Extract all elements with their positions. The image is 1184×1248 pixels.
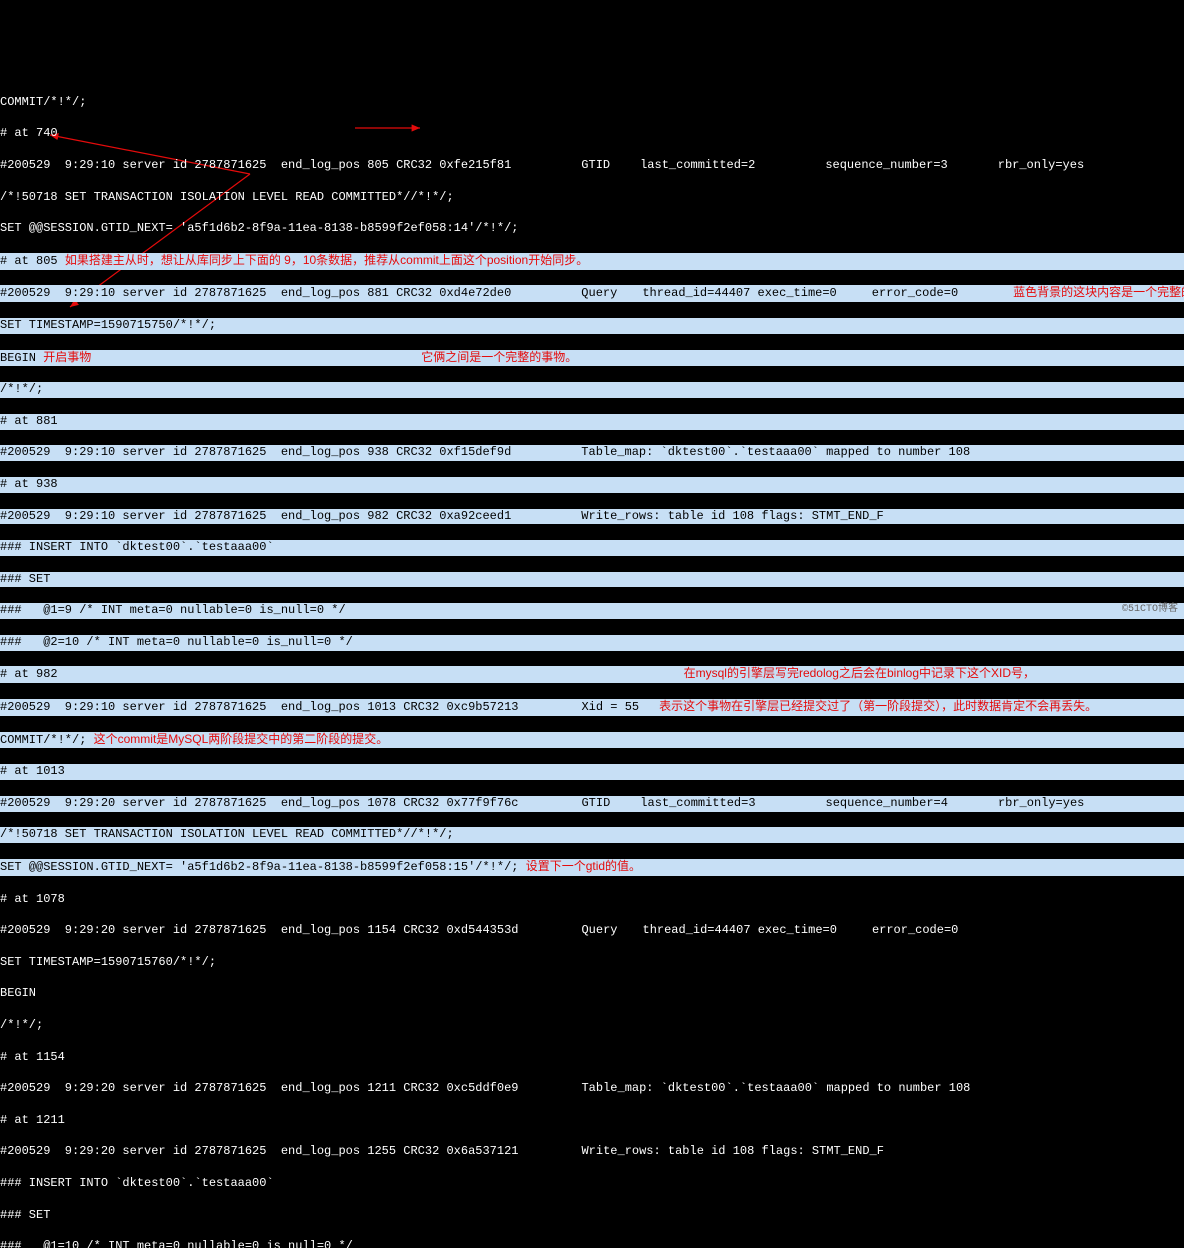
log-text: #200529 9:29:10 server id 2787871625 end… xyxy=(0,509,511,523)
log-line: #200529 9:29:10 server id 2787871625 end… xyxy=(0,158,1184,174)
log-line-highlight: #200529 9:29:10 server id 2787871625 end… xyxy=(0,285,1184,302)
log-line: /*!50718 SET TRANSACTION ISOLATION LEVEL… xyxy=(0,190,1184,206)
log-line: /*!*/; xyxy=(0,1018,1184,1034)
log-line: #200529 9:29:20 server id 2787871625 end… xyxy=(0,1081,1184,1097)
log-line: # at 1154 xyxy=(0,1050,1184,1066)
log-line-highlight: ### SET xyxy=(0,572,1184,588)
log-field: Query xyxy=(581,286,617,300)
log-line-highlight: /*!50718 SET TRANSACTION ISOLATION LEVEL… xyxy=(0,827,1184,843)
log-line: #200529 9:29:20 server id 2787871625 end… xyxy=(0,1144,1184,1160)
log-line-highlight: COMMIT/*!*/; 这个commit是MySQL两阶段提交中的第二阶段的提… xyxy=(0,732,1184,749)
annotation-position: 如果搭建主从时，想让从库同步上下面的 9，10条数据，推荐从commit上面这个… xyxy=(65,253,588,267)
watermark: ©51CTO博客 xyxy=(1122,602,1178,618)
annotation-begin: 开启事物 xyxy=(43,350,91,364)
log-line: SET @@SESSION.GTID_NEXT= 'a5f1d6b2-8f9a-… xyxy=(0,221,1184,237)
log-line-highlight: # at 881 xyxy=(0,414,1184,430)
log-field: Table_map: `dktest00`.`testaaa00` mapped… xyxy=(581,1081,970,1095)
log-field: sequence_number=3 xyxy=(825,158,947,172)
annotation-arrows xyxy=(0,0,1184,624)
log-line: # at 1211 xyxy=(0,1113,1184,1129)
log-line-highlight: BEGIN 开启事物 它俩之间是一个完整的事物。 xyxy=(0,350,1184,367)
log-line-highlight: #200529 9:29:20 server id 2787871625 end… xyxy=(0,796,1184,812)
log-field: rbr_only=yes xyxy=(998,796,1084,810)
log-field: sequence_number=4 xyxy=(826,796,948,810)
log-text: #200529 9:29:10 server id 2787871625 end… xyxy=(0,286,511,300)
log-text: #200529 9:29:10 server id 2787871625 end… xyxy=(0,445,511,459)
log-line: # at 740 xyxy=(0,126,1184,142)
log-line-highlight: /*!*/; xyxy=(0,382,1184,398)
annotation-commit: 这个commit是MySQL两阶段提交中的第二阶段的提交。 xyxy=(94,732,389,746)
log-line: COMMIT/*!*/; xyxy=(0,95,1184,111)
log-line-highlight: # at 982 在mysql的引擎层写完redolog之后会在binlog中记录… xyxy=(0,666,1184,683)
log-field: error_code=0 xyxy=(872,923,958,937)
log-line: ### INSERT INTO `dktest00`.`testaaa00` xyxy=(0,1176,1184,1192)
log-text: #200529 9:29:20 server id 2787871625 end… xyxy=(0,796,518,810)
log-line-highlight: #200529 9:29:10 server id 2787871625 end… xyxy=(0,509,1184,525)
log-line-highlight: SET @@SESSION.GTID_NEXT= 'a5f1d6b2-8f9a-… xyxy=(0,859,1184,876)
log-text: # at 805 xyxy=(0,254,65,268)
annotation-gtid: 设置下一个gtid的值。 xyxy=(526,859,641,873)
log-xid: Xid = 55 xyxy=(581,700,639,714)
log-line-highlight: ### INSERT INTO `dktest00`.`testaaa00` xyxy=(0,540,1184,556)
log-line: ### @1=10 /* INT meta=0 nullable=0 is_nu… xyxy=(0,1239,1184,1248)
log-field: thread_id=44407 exec_time=0 xyxy=(643,923,837,937)
log-field: error_code=0 xyxy=(872,286,958,300)
log-field: last_committed=2 xyxy=(640,158,755,172)
log-commit: COMMIT/*!*/; xyxy=(0,733,94,747)
log-field: GTID xyxy=(581,796,610,810)
log-line-highlight: #200529 9:29:10 server id 2787871625 end… xyxy=(0,699,1184,716)
log-line-highlight: SET TIMESTAMP=1590715750/*!*/; xyxy=(0,318,1184,334)
log-line-highlight: #200529 9:29:10 server id 2787871625 end… xyxy=(0,445,1184,461)
log-field: Query xyxy=(581,923,617,937)
log-line: # at 1078 xyxy=(0,892,1184,908)
log-text: #200529 9:29:10 server id 2787871625 end… xyxy=(0,700,518,714)
log-line: #200529 9:29:20 server id 2787871625 end… xyxy=(0,923,1184,939)
log-text: SET @@SESSION.GTID_NEXT= 'a5f1d6b2-8f9a-… xyxy=(0,860,526,874)
annotation-xid2: 表示这个事物在引擎层已经提交过了（第一阶段提交），此时数据肯定不会再丢失。 xyxy=(659,699,1097,713)
log-field: Write_rows: table id 108 flags: STMT_END… xyxy=(581,1144,883,1158)
log-line: ### SET xyxy=(0,1208,1184,1224)
log-text: #200529 9:29:20 server id 2787871625 end… xyxy=(0,1144,518,1158)
annotation-binlog: 蓝色背景的这块内容是一个完整的binlog。 xyxy=(1013,285,1184,299)
log-text: #200529 9:29:20 server id 2787871625 end… xyxy=(0,1081,518,1095)
log-line-highlight: # at 805 如果搭建主从时，想让从库同步上下面的 9，10条数据，推荐从c… xyxy=(0,253,1184,270)
log-text: #200529 9:29:20 server id 2787871625 end… xyxy=(0,923,518,937)
log-line: SET TIMESTAMP=1590715760/*!*/; xyxy=(0,955,1184,971)
log-field: Write_rows: table id 108 flags: STMT_END… xyxy=(581,509,883,523)
log-line-highlight: # at 1013 xyxy=(0,764,1184,780)
log-field: thread_id=44407 exec_time=0 xyxy=(642,286,836,300)
log-gtid: GTID xyxy=(581,158,610,172)
log-field: rbr_only=yes xyxy=(998,158,1084,172)
log-field: Table_map: `dktest00`.`testaaa00` mapped… xyxy=(581,445,970,459)
log-line-highlight: ### @2=10 /* INT meta=0 nullable=0 is_nu… xyxy=(0,635,1184,651)
log-begin: BEGIN xyxy=(0,351,43,365)
log-text: # at 982 xyxy=(0,667,58,681)
log-line-highlight: # at 938 xyxy=(0,477,1184,493)
log-text: #200529 9:29:10 server id 2787871625 end… xyxy=(0,158,511,172)
annotation-tx: 它俩之间是一个完整的事物。 xyxy=(421,350,577,364)
log-field: last_committed=3 xyxy=(640,796,755,810)
log-line-highlight: ### @1=9 /* INT meta=0 nullable=0 is_nul… xyxy=(0,603,1184,619)
log-line: BEGIN xyxy=(0,986,1184,1002)
annotation-xid: 在mysql的引擎层写完redolog之后会在binlog中记录下这个XID号， xyxy=(684,666,1035,680)
